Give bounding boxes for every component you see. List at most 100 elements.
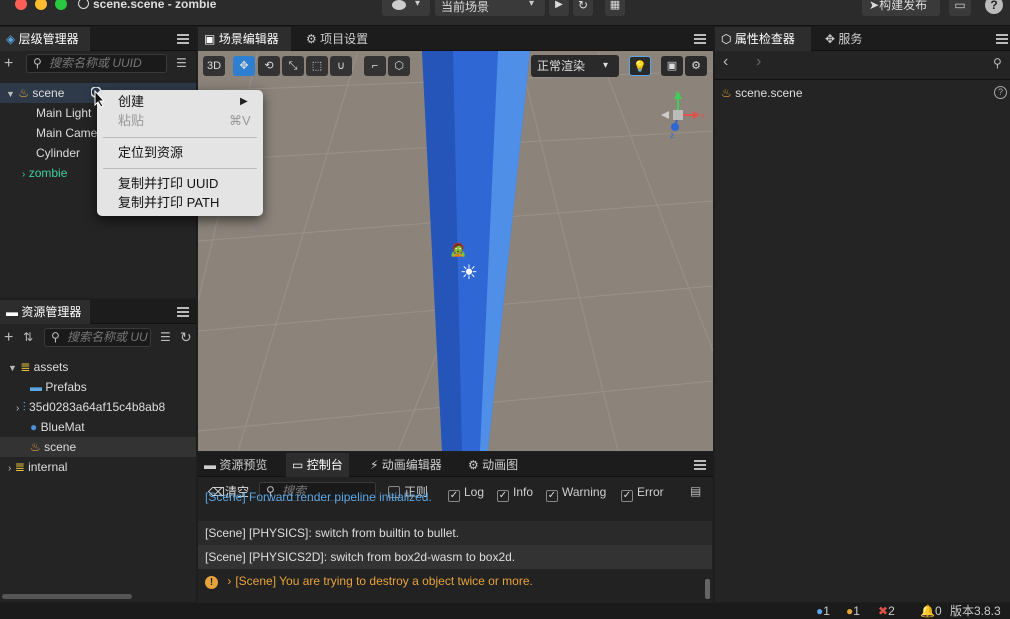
context-menu: 创建 ▶ 粘贴 ⌘V 定位到资源 复制并打印 UUID 复制并打印 PATH — [97, 90, 263, 216]
scene-select[interactable]: 当前场景 ▾ — [435, 0, 545, 16]
log-row[interactable]: [Scene] [PHYSICS]: switch from builtin t… — [198, 521, 712, 545]
axis-z-label: z — [670, 131, 674, 140]
sort-icon[interactable]: ⇅ — [23, 330, 33, 344]
add-node-button[interactable]: + — [4, 55, 13, 73]
refresh-icon[interactable]: ↻ — [180, 329, 192, 346]
toggle-3d-button[interactable]: 3D — [203, 56, 225, 76]
asset-item-internal[interactable]: › ≣ internal — [0, 457, 67, 477]
status-info-count[interactable]: ●1 — [816, 603, 830, 619]
pin-icon[interactable]: ⚲ — [993, 56, 1002, 70]
asset-item-label: assets — [33, 360, 69, 374]
tab-asset-preview[interactable]: ▬ 资源预览 — [198, 453, 273, 477]
scene-icon: ♨ — [18, 86, 30, 100]
zombie-sprite[interactable]: 🧟 — [450, 242, 466, 258]
build-publish-button[interactable]: ➤构建发布 — [862, 0, 940, 16]
back-icon[interactable]: ‹ — [723, 53, 728, 71]
panel-menu-icon[interactable] — [694, 34, 706, 44]
tree-item-label: Cylinder — [36, 146, 81, 160]
pivot-button[interactable]: ⌐ — [364, 56, 386, 76]
panel-menu-icon[interactable] — [177, 34, 189, 44]
rect-tool-button[interactable]: ⬚ — [306, 56, 328, 76]
sort-icon[interactable]: ☰ — [176, 56, 187, 70]
folder-icon: ▬ — [6, 305, 18, 319]
status-warning-count[interactable]: ●1 — [846, 603, 860, 619]
tab-console[interactable]: ▭ 控制台 — [286, 453, 349, 477]
close-window-button[interactable] — [15, 0, 27, 10]
menu-item-copy-path[interactable]: 复制并打印 PATH — [118, 194, 219, 212]
log-row-warning[interactable]: ! › [Scene] You are trying to destroy a o… — [198, 569, 712, 593]
folder-button[interactable]: ▭ — [949, 0, 971, 16]
camera-button[interactable]: ▣ — [661, 56, 683, 76]
window-title: scene.scene - zombie — [78, 0, 216, 11]
model-icon: ⫶ — [22, 400, 26, 414]
chevron-down-icon: ▾ — [529, 0, 535, 9]
assets-search-input[interactable]: ⚲ 搜索名称或 UU — [44, 328, 151, 347]
asset-item-prefabs[interactable]: ▬ Prefabs — [30, 377, 87, 397]
scale-tool-button[interactable]: ⤡ — [282, 56, 304, 76]
cube-icon: ⬡ — [721, 32, 732, 46]
scene-viewport[interactable]: 🧟 ☀ 3D ✥ ⟲ ⤡ ⬚ ∪ ⌐ ⬡ 正常渲染 ▾ 💡 ▣ ⚙ y x z — [198, 51, 713, 451]
qr-code-button[interactable]: ▦ — [605, 0, 625, 16]
scene-icon: ♨ — [30, 440, 41, 454]
tree-item-main-camera[interactable]: Main Came — [36, 123, 97, 143]
asset-item-model[interactable]: › ⫶ 35d0283a64af15c4b8ab8 — [16, 397, 196, 417]
console-scrollbar[interactable] — [705, 579, 710, 599]
chevron-right-icon: › — [16, 403, 20, 414]
tree-item-cylinder[interactable]: Cylinder — [36, 143, 80, 163]
move-tool-button[interactable]: ✥ — [233, 56, 255, 76]
menu-item-locate-asset[interactable]: 定位到资源 — [118, 144, 183, 162]
version-label: 版本3.8.3 — [950, 604, 1001, 618]
asset-item-bluemat[interactable]: ● BlueMat — [30, 417, 85, 437]
lightbulb-button[interactable]: 💡 — [629, 56, 651, 76]
play-button[interactable]: ▶ — [549, 0, 569, 16]
horizontal-scrollbar[interactable] — [2, 594, 132, 599]
menu-item-paste[interactable]: 粘贴 — [118, 112, 144, 130]
cocos-logo-icon — [78, 0, 89, 9]
search-icon: ⚲ — [51, 330, 60, 344]
help-button[interactable]: ? — [985, 0, 1003, 14]
asset-item-assets[interactable]: ▼ ≣ assets — [0, 357, 68, 377]
settings-button[interactable]: ⚙ — [685, 56, 707, 76]
tab-assets[interactable]: ▬ 资源管理器 — [0, 300, 90, 324]
axis-y-label: y — [675, 89, 679, 98]
status-error-count[interactable]: ✖2 — [878, 603, 895, 619]
platform-select[interactable]: ▾ — [382, 0, 430, 16]
tree-item-main-light[interactable]: Main Light — [36, 103, 91, 123]
tab-scene-editor[interactable]: ▣ 场景编辑器 — [198, 27, 291, 51]
tab-animation-graph[interactable]: ⚙ 动画图 — [462, 453, 524, 477]
tab-project-settings[interactable]: ⚙ 项目设置 — [300, 27, 374, 51]
panel-menu-icon[interactable] — [177, 307, 189, 317]
tab-services[interactable]: ✥ 服务 — [819, 27, 868, 51]
rotate-tool-button[interactable]: ⟲ — [258, 56, 280, 76]
help-icon[interactable]: ? — [994, 86, 1007, 99]
tree-item-label: Main Light — [36, 106, 92, 120]
layers-icon: ◈ — [6, 32, 16, 46]
render-mode-select[interactable]: 正常渲染 ▾ — [531, 55, 619, 77]
hierarchy-search-input[interactable]: ⚲ 搜索名称或 UUID — [26, 54, 167, 73]
tree-item-zombie[interactable]: › zombie — [22, 163, 67, 183]
log-row[interactable]: [Scene] [PHYSICS2D]: switch from box2d-w… — [198, 545, 712, 569]
log-row-info[interactable]: [Scene] Forward render pipeline initiali… — [198, 485, 712, 509]
minimize-window-button[interactable] — [35, 0, 47, 10]
snap-tool-button[interactable]: ∪ — [330, 56, 352, 76]
coordinate-button[interactable]: ⬡ — [388, 56, 410, 76]
panel-menu-icon[interactable] — [996, 34, 1008, 44]
tab-animation-editor[interactable]: ⚡ 动画编辑器 — [364, 453, 448, 477]
add-asset-button[interactable]: + — [4, 329, 13, 347]
refresh-button[interactable]: ↻ — [573, 0, 593, 16]
forward-icon[interactable]: › — [756, 53, 761, 71]
menu-item-copy-uuid[interactable]: 复制并打印 UUID — [118, 175, 218, 193]
tab-hierarchy[interactable]: ◈ 层级管理器 — [0, 27, 90, 51]
tab-inspector[interactable]: ⬡ 属性检查器 — [715, 27, 811, 51]
terminal-icon: ▭ — [292, 458, 304, 472]
zoom-window-button[interactable] — [55, 0, 67, 10]
filter-icon[interactable]: ☰ — [160, 330, 171, 344]
menu-item-create[interactable]: 创建 — [118, 93, 144, 111]
platform-icon — [392, 0, 406, 10]
status-notification-count[interactable]: 🔔0 — [920, 603, 942, 619]
panel-menu-icon[interactable] — [694, 460, 706, 470]
divider — [715, 79, 1010, 80]
error-icon: ✖ — [878, 604, 889, 618]
asset-item-scene[interactable]: ♨ scene — [0, 437, 196, 457]
light-icon[interactable]: ☀ — [460, 260, 478, 285]
